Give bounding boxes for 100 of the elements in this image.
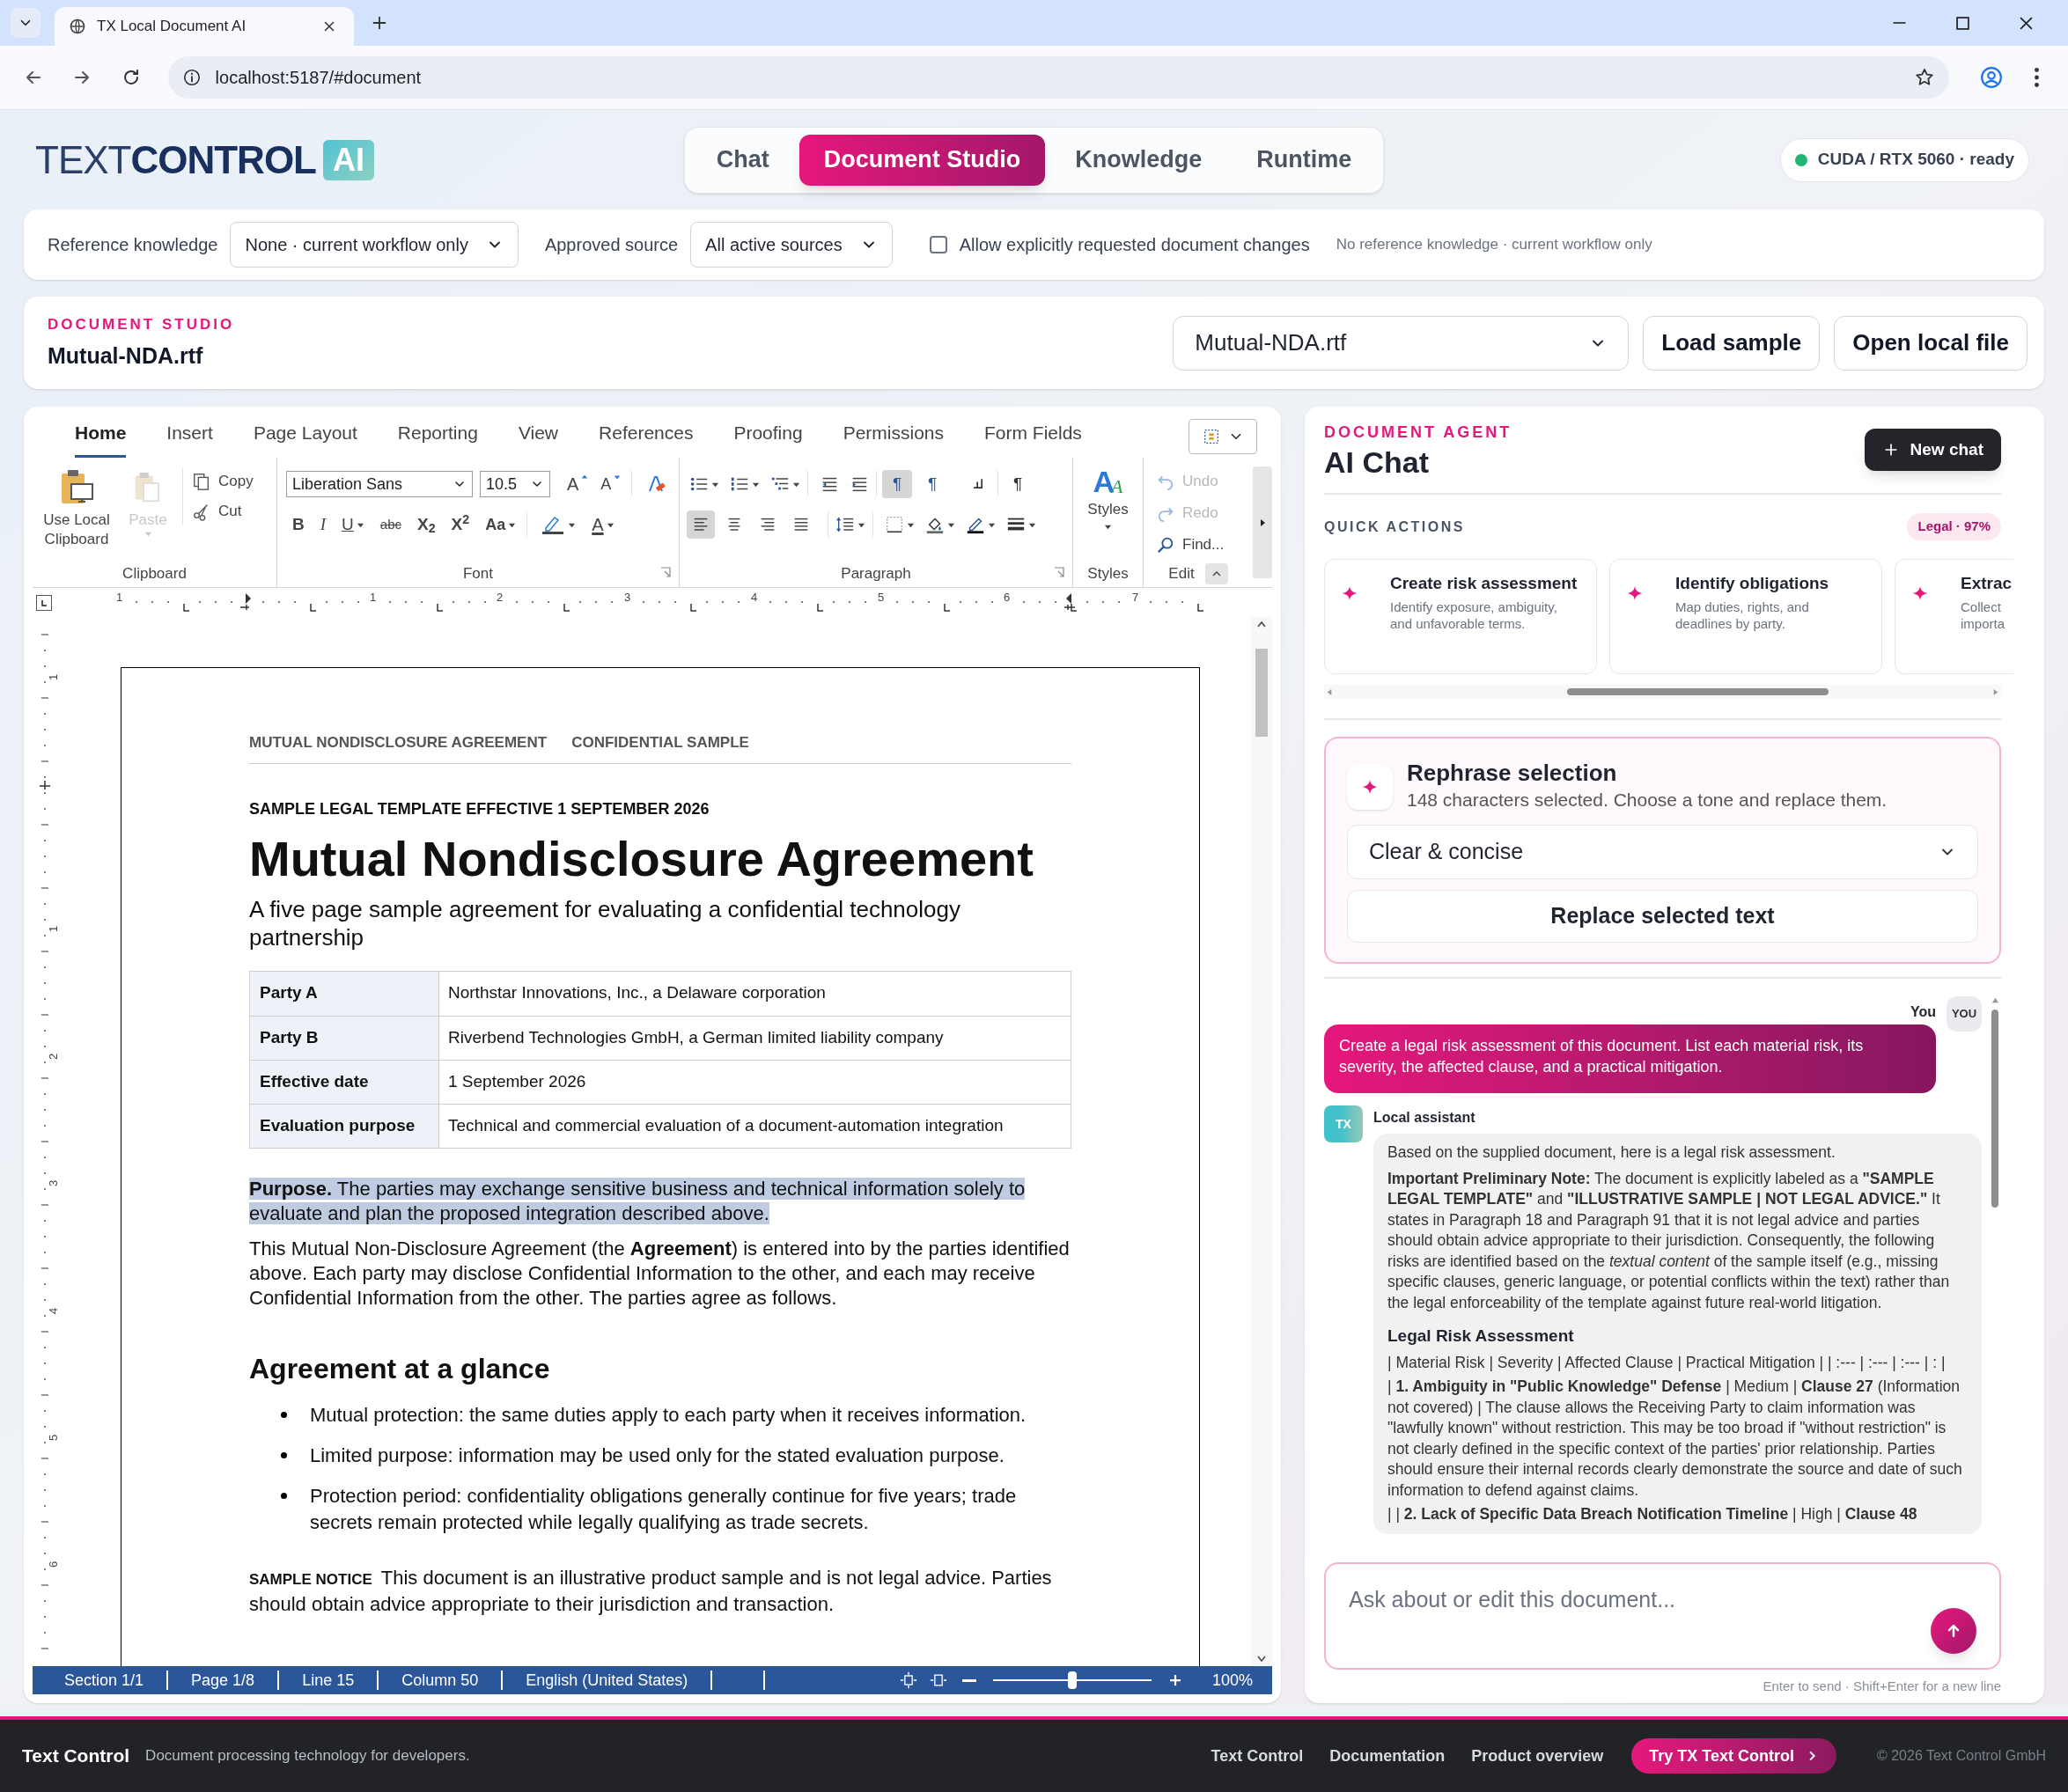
toolbar-button[interactable]: Open local file xyxy=(1834,315,2028,371)
dialog-launcher-button[interactable] xyxy=(1053,566,1065,578)
copy-button[interactable]: Copy xyxy=(192,468,254,495)
ribbon-tab[interactable]: View xyxy=(518,418,559,458)
scrollbar-thumb[interactable] xyxy=(1991,1010,1998,1208)
nav-tab[interactable]: Document Studio xyxy=(798,134,1046,186)
group-label: Paragraph xyxy=(841,564,911,584)
footer-link[interactable]: Text Control xyxy=(1211,1744,1304,1768)
source-select[interactable]: All active sources xyxy=(690,222,893,268)
ribbon-tab[interactable]: Insert xyxy=(166,418,213,458)
tone-select[interactable]: Clear & concise xyxy=(1347,824,1978,879)
font-color-button[interactable]: A xyxy=(589,510,617,539)
search-icon xyxy=(1156,535,1175,554)
right-to-left-button[interactable]: ¶ xyxy=(917,470,947,498)
card-description: Map duties, rights, and deadlines by party. xyxy=(1675,599,1810,632)
message-text: Create a legal risk assessment of this document. List each material risk, its severity, the affected clause, and a practical mitigation. xyxy=(1339,1036,1865,1077)
zoom-slider-thumb[interactable] xyxy=(1067,1671,1077,1689)
styles-button[interactable]: AA Styles xyxy=(1087,466,1129,531)
font-family-select[interactable]: Liberation Sans xyxy=(286,471,473,497)
dialog-launcher-icon xyxy=(659,566,672,578)
align-left-button[interactable] xyxy=(687,510,715,539)
ribbon-tab[interactable]: Reporting xyxy=(397,418,478,458)
font-size-select[interactable]: 10.5 xyxy=(480,471,550,497)
grow-font-button[interactable]: A xyxy=(564,470,592,498)
ruler-number: 1 xyxy=(48,925,60,933)
body-paragraph: Purpose. The parties may exchange sensitive business and technical information solely to evaluate and plan the proposed integration described above. xyxy=(249,1176,1027,1226)
arrow-up-icon[interactable] xyxy=(1991,996,1999,1004)
chevron-up-icon[interactable] xyxy=(1257,621,1266,629)
show-marks-button[interactable]: ¶ xyxy=(1011,470,1026,498)
new-chat-button[interactable]: New chat xyxy=(1864,429,2001,471)
nav-tab[interactable]: Runtime xyxy=(1232,134,1377,186)
bullet-text: Mutual protection: the same duties apply to each party when it receives information. xyxy=(310,1402,1027,1428)
chat-input-field[interactable]: Ask about or edit this document... xyxy=(1324,1561,2001,1670)
message-input-field[interactable]: Ask about or edit this document... xyxy=(1349,1583,1931,1636)
nav-tab[interactable]: Knowledge xyxy=(1050,134,1227,186)
footer-link[interactable]: Product overview xyxy=(1471,1744,1604,1768)
table-cell: Party A xyxy=(250,971,439,1016)
ribbon-tab[interactable]: References xyxy=(599,418,694,458)
ruler-number: 3 xyxy=(624,591,631,603)
dialog-launcher-button[interactable] xyxy=(659,566,672,578)
superscript-button[interactable]: X$^{2}$ xyxy=(448,510,473,539)
ribbon-tab[interactable]: Home xyxy=(75,418,127,458)
shrink-font-button[interactable]: A xyxy=(598,470,633,498)
card-subtitle: 148 characters selected. Choose a tone and replace them. xyxy=(1407,789,1888,812)
star-icon[interactable] xyxy=(1913,67,1935,88)
ribbon-tab[interactable]: Proofing xyxy=(733,418,803,458)
horizontal-scrollbar[interactable] xyxy=(1324,685,2001,699)
address-bar[interactable]: localhost:5187/#document xyxy=(167,56,1949,99)
ribbon-tab[interactable]: Permissions xyxy=(843,418,944,458)
message-text: | 1. Ambiguity in "Public Knowledge" Defense | Medium | Clause 27 (Information not covered) | The clause allows the Receiving Party to claim information was "lawfully known" without restriction. This may be too broad if "without restriction" is not clearly defined in the specific context of the parties' prior relationship. Parties should ensure their internal records clearly demonstrate the source and date of such information to defend against claims. xyxy=(1387,1377,1963,1501)
field-label: Reference knowledge xyxy=(48,234,218,256)
minus-icon xyxy=(961,1678,976,1682)
collapse-ribbon-button[interactable] xyxy=(1204,563,1228,584)
ribbon-tab[interactable]: Form Fields xyxy=(984,418,1082,458)
ruler-number: 1 xyxy=(116,591,123,603)
quick-action-card[interactable]: Extrac Collect importa xyxy=(1895,559,2013,674)
browser-tab[interactable]: TX Local Document AI xyxy=(55,7,354,46)
footer-link[interactable]: Documentation xyxy=(1329,1744,1446,1768)
chevron-down-icon[interactable] xyxy=(1257,1654,1266,1663)
arrow-left-icon[interactable] xyxy=(1326,687,1334,696)
underline-button[interactable]: U xyxy=(339,510,367,539)
strikethrough-button[interactable]: abc xyxy=(377,510,404,539)
left-to-right-button[interactable]: ¶ xyxy=(882,470,912,498)
user-avatar: YOU xyxy=(1947,996,1982,1032)
toolbar-button[interactable]: Load sample xyxy=(1643,315,1821,371)
ruler-number: 5 xyxy=(878,591,885,603)
card-title: Create risk assessment xyxy=(1390,574,1578,593)
subscript-button[interactable]: X$_{2}$ xyxy=(415,510,438,539)
quick-action-card[interactable]: Identify obligations Map duties, rights, and deadlines by party. xyxy=(1609,559,1882,674)
section-eyebrow: DOCUMENT STUDIO xyxy=(48,315,236,334)
replace-button[interactable]: Replace selected text xyxy=(1347,889,1978,943)
reference-select[interactable]: None · current workflow only xyxy=(230,222,519,268)
footer-tagline: Document processing technology for developers. xyxy=(145,1746,470,1766)
vertical-scrollbar[interactable] xyxy=(1251,617,1272,1666)
file-select[interactable]: Mutual-NDA.rtf xyxy=(1173,315,1630,371)
arrow-right-icon[interactable] xyxy=(1258,518,1267,527)
page-header-text: CONFIDENTIAL SAMPLE xyxy=(571,733,749,753)
cut-button[interactable]: Cut xyxy=(192,498,254,525)
find-button[interactable]: Find... xyxy=(1156,530,1253,560)
author-name: You xyxy=(1910,1003,1936,1021)
italic-button[interactable]: I xyxy=(317,510,329,539)
change-case-button[interactable]: Aa xyxy=(482,510,528,539)
ruler-number: 5 xyxy=(48,1434,60,1442)
send-button[interactable] xyxy=(1931,1607,1976,1654)
bold-button[interactable]: B xyxy=(290,510,307,539)
use-local-clipboard-button[interactable]: Use Local Clipboard xyxy=(40,468,114,549)
scrollbar-thumb[interactable] xyxy=(1255,649,1268,737)
maximize-icon xyxy=(1955,16,1969,30)
close-icon xyxy=(2019,16,2033,30)
cta-button[interactable]: Try TX Text Control xyxy=(1631,1738,1836,1774)
quick-action-card[interactable]: Create risk assessment Identify exposure, ambiguity, and unfavorable terms. xyxy=(1324,559,1597,674)
zoom-out-button[interactable] xyxy=(960,1678,978,1682)
url-text: localhost:5187/#document xyxy=(215,67,423,89)
checkbox[interactable] xyxy=(929,236,947,253)
tab-stop-button[interactable] xyxy=(36,595,52,611)
scrollbar-thumb[interactable] xyxy=(1567,688,1829,695)
nav-tab[interactable]: Chat xyxy=(691,134,794,186)
triangle-down-icon xyxy=(614,474,622,481)
ribbon-tab[interactable]: Page Layout xyxy=(253,418,357,458)
card-title: Extrac xyxy=(1961,574,2013,593)
